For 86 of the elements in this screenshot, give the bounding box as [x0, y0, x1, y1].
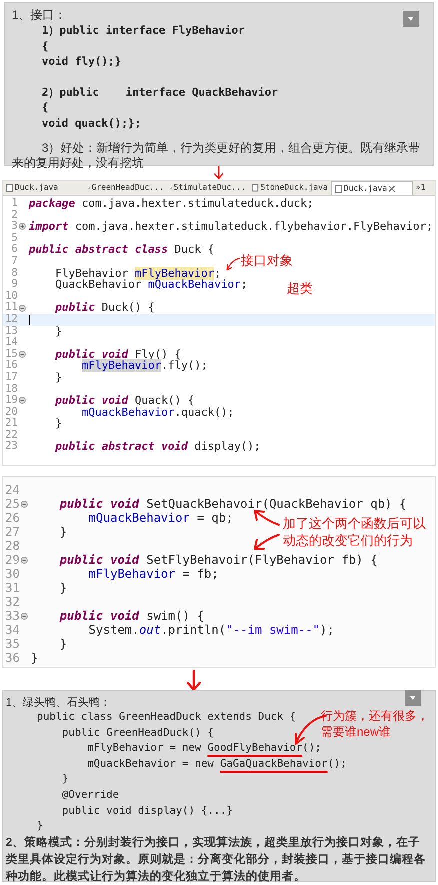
code-line: 1）public interface FlyBehavior [42, 23, 246, 38]
code-line: } [31, 651, 38, 665]
code-line: public void swim() { [58, 609, 204, 623]
line-number: 10 [5, 290, 18, 302]
code-line: public void display() {...} [61, 804, 233, 819]
code-line: mQuackBehavior = new GaGaQuackBehavior(); [86, 756, 347, 772]
code-line: QuackBehavior mQuackBehavior; [54, 279, 248, 291]
line-number: 9 [12, 279, 18, 291]
code-line: } [54, 418, 62, 430]
line-number: 27 [6, 525, 20, 539]
line-number: 32 [6, 595, 20, 609]
code-line: } [37, 819, 44, 834]
note-text: 2、策略模式：分别封装行为接口，实现算法族，超类里放行为接口对象，在子类里具体设定行为对象。原则就是：分离变化部分，封装接口，基于接口编程各种功能。此模式让行为算法的变化独立于算法的使用者。 [6, 835, 427, 885]
line-number: 28 [6, 539, 20, 553]
line-number: 19 [5, 395, 18, 407]
line-number: 7 [12, 256, 18, 268]
editor-tab[interactable]: StoneDuck.java [249, 181, 331, 195]
line-number: 13 [5, 326, 18, 337]
line-number: 30 [6, 567, 20, 581]
editor-tab[interactable]: StimulateDuc... [167, 181, 249, 195]
code-line: void quack();}; [42, 116, 142, 131]
code-line: } [61, 772, 69, 788]
line-number: 15 [5, 348, 18, 360]
code-line: public class GreenHeadDuck extends Duck { [37, 710, 296, 725]
code-line: void fly();} [42, 54, 122, 70]
line-number: 24 [6, 483, 20, 497]
line-number: 5 [12, 232, 18, 244]
editor-tab[interactable]: GreenHeadDuc... [85, 181, 167, 195]
annotation-text: 接口对象 [241, 252, 293, 270]
code-line: public void SetQuackBehavoir(QuackBehavior qb) { [58, 497, 407, 511]
line-number: 3 [12, 221, 18, 233]
code-line: mFlyBehavior = fb; [88, 567, 219, 581]
code-line: { [42, 38, 49, 54]
line-number: 21 [5, 418, 18, 430]
code-line: 2）public interface QuackBehavior [42, 84, 278, 100]
code-line: public Duck() { [54, 302, 155, 314]
line-number: 36 [6, 651, 20, 665]
code-line: } [58, 525, 68, 539]
line-number: 20 [5, 406, 18, 418]
code-line: mFlyBehavior = new GoodFlyBehavior(); [86, 741, 322, 756]
line-number: 1 [12, 198, 18, 210]
note-text: 3）好处：新增行为简单，行为类更好的复用，组合更方便。既有继承带来的复用好处，没有挖坑 [12, 141, 422, 171]
code-line: } [54, 372, 62, 384]
line-number: 2 [12, 210, 18, 221]
editor-tab[interactable]: Duck.java [3, 181, 85, 195]
code-line: public abstract void display(); [54, 441, 261, 454]
line-number: 12 [5, 314, 18, 326]
line-number: 25 [6, 497, 20, 511]
code-line: mQuackBehavior.quack(); [82, 406, 234, 418]
overflow-button[interactable]: »1 [413, 182, 429, 194]
code-line: FlyBehavior mFlyBehavior; [54, 268, 222, 280]
slide-heading: 1、绿头鸭、石头鸭： [6, 696, 112, 710]
annotation-text: 超类 [287, 280, 313, 298]
code-line: package com.java.hexter.stimulateduck.duck; [29, 198, 314, 210]
slide-heading: 1、接口： [12, 8, 67, 23]
line-number: 29 [6, 553, 20, 567]
line-number: 17 [5, 372, 18, 384]
code-line: mQuackBehavior = qb; [88, 511, 234, 525]
line-number: 35 [6, 637, 20, 651]
code-line: import com.java.hexter.stimulateduck.flybehavior.FlyBehavior; [29, 221, 433, 233]
code-line: { [42, 100, 49, 116]
line-number: 33 [6, 609, 20, 623]
code-line: } [58, 637, 68, 651]
code-line: public GreenHeadDuck() { [61, 726, 214, 741]
code-line: public void Quack() { [54, 395, 195, 407]
code-line: System.out.println("--im swim--"); [88, 623, 334, 637]
line-number: 34 [6, 623, 20, 637]
line-number: 22 [5, 430, 18, 441]
code-line: public void Fly() { [54, 348, 182, 360]
line-number: 8 [12, 268, 18, 279]
code-line: @Override [61, 788, 120, 803]
annotation-text: 加了这个两个函数后可以动态的改变它们的行为 [283, 515, 427, 549]
line-number: 6 [12, 244, 18, 256]
editor-tab[interactable]: Duck.java [331, 181, 413, 195]
code-line: mFlyBehavior.fly(); [82, 360, 208, 372]
code-line: public void SetFlyBehavoir(FlyBehavior fb) { [58, 553, 378, 567]
line-number: 31 [6, 581, 20, 595]
line-number: 14 [5, 337, 18, 349]
line-number: 11 [5, 302, 18, 314]
code-line: } [54, 326, 62, 338]
line-number: 26 [6, 511, 20, 525]
code-line: public abstract class Duck { [29, 244, 214, 256]
line-number: 16 [5, 360, 18, 372]
line-number: 18 [5, 384, 18, 395]
code-line: } [58, 581, 68, 595]
line-number: 23 [5, 441, 18, 454]
